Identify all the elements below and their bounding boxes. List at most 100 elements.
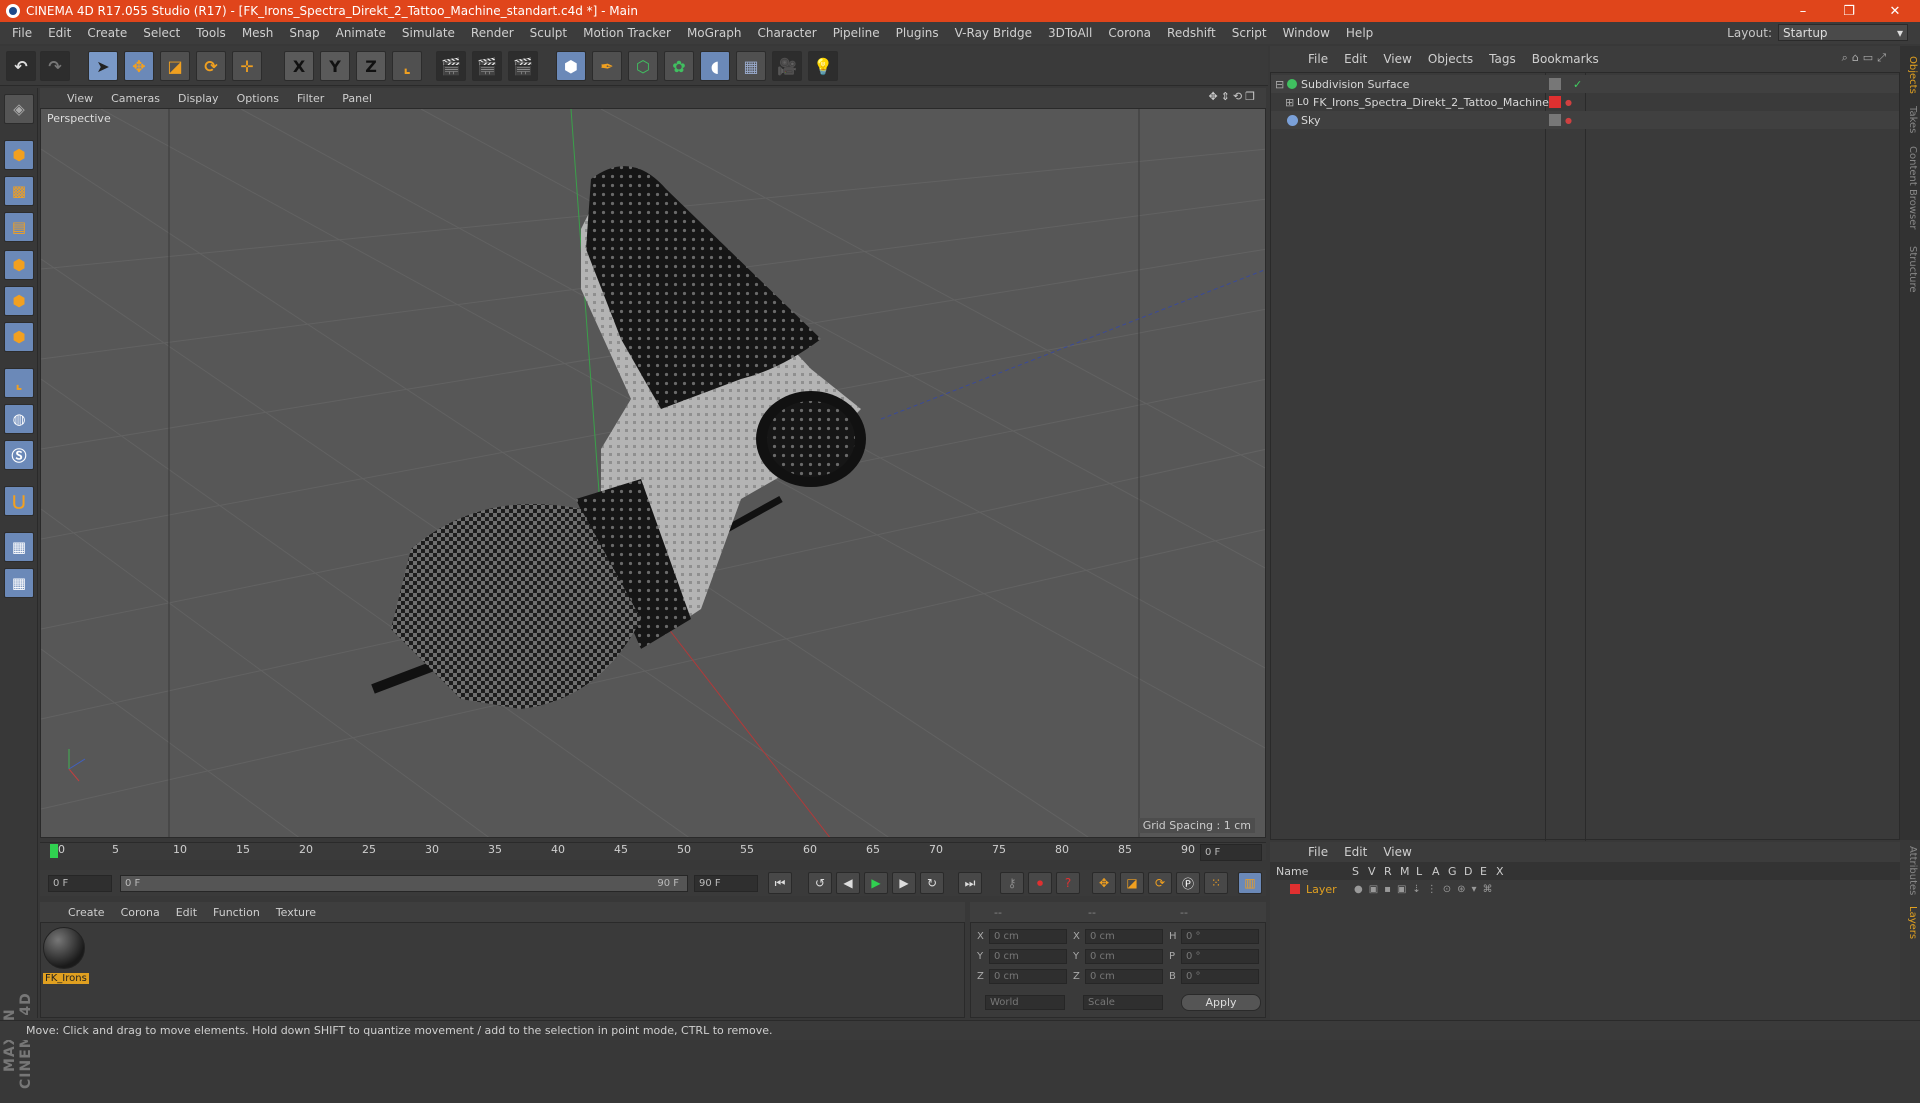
materials-menu-edit[interactable]: Edit [168,906,205,919]
menu-animate[interactable]: Animate [328,26,394,40]
rotate-tool-button[interactable]: ⟳ [196,51,226,81]
tab-structure[interactable]: Structure [1902,246,1918,293]
tab-takes[interactable]: Takes [1902,106,1918,133]
render-view-button[interactable]: 🎬 [436,51,466,81]
points-mode-button[interactable]: ⬢ [4,250,34,280]
menu-tools[interactable]: Tools [188,26,234,40]
start-frame-field[interactable]: 0 F [48,875,112,892]
viewport-menu-panel[interactable]: Panel [333,92,381,105]
object-row[interactable]: ⊟ Subdivision Surface ✓ [1271,75,1899,93]
goto-start-button[interactable]: ⏮ [768,872,792,894]
add-mograph-button[interactable]: ✿ [664,51,694,81]
menu-3dtoall[interactable]: 3DToAll [1040,26,1100,40]
size-z-field[interactable]: 0 cm [1085,969,1163,984]
workplane-lock-button[interactable]: ▦ [4,532,34,562]
position-y-field[interactable]: 0 cm [989,949,1067,964]
prev-key-button[interactable]: ↺ [808,872,832,894]
layout-dropdown[interactable]: Startup ▾ [1778,24,1908,41]
model-mode-button[interactable]: ⬢ [4,140,34,170]
add-cube-button[interactable]: ⬢ [556,51,586,81]
layer-color-tag[interactable] [1549,96,1561,108]
viewport-menu-options[interactable]: Options [228,92,288,105]
add-scene-button[interactable]: ▦ [736,51,766,81]
3d-viewport[interactable]: Perspective Grid Spacing : 1 cm [40,108,1266,838]
render-settings-button[interactable]: 🎬 [508,51,538,81]
key-rotation-button[interactable]: ⟳ [1148,872,1172,894]
tab-content-browser[interactable]: Content Browser [1902,146,1918,229]
add-deformer-button[interactable]: ◖ [700,51,730,81]
menu-corona[interactable]: Corona [1100,26,1159,40]
live-selection-button[interactable]: ➤ [88,51,118,81]
layers-menu-edit[interactable]: Edit [1336,845,1375,859]
coordinate-system-dropdown[interactable]: World [985,995,1065,1010]
object-row[interactable]: Sky ● [1271,111,1899,129]
maximize-button[interactable]: ❐ [1826,0,1872,22]
objects-menu-view[interactable]: View [1375,52,1419,66]
viewport-menu-display[interactable]: Display [169,92,228,105]
tab-objects[interactable]: Objects [1902,56,1918,94]
timeline-ruler[interactable]: 0 5 10 15 20 25 30 35 40 45 50 55 60 65 … [40,842,1266,861]
rotation-h-field[interactable]: 0 ° [1181,929,1259,944]
tab-attributes[interactable]: Attributes [1902,846,1918,895]
objects-menu-objects[interactable]: Objects [1420,52,1481,66]
make-editable-button[interactable]: ◈ [4,94,34,124]
axis-mode-button[interactable]: ⌞ [4,368,34,398]
prev-frame-button[interactable]: ◀ [836,872,860,894]
x-axis-button[interactable]: X [284,51,314,81]
menu-vray-bridge[interactable]: V-Ray Bridge [947,26,1040,40]
size-x-field[interactable]: 0 cm [1085,929,1163,944]
menu-motion-tracker[interactable]: Motion Tracker [575,26,679,40]
materials-menu-function[interactable]: Function [205,906,268,919]
menu-window[interactable]: Window [1275,26,1338,40]
visibility-dots-icon[interactable]: ● [1565,98,1572,107]
frame-range-slider[interactable]: 0 F 90 F [120,875,688,892]
tweak-mode-button[interactable]: ◍ [4,404,34,434]
minimize-button[interactable]: – [1780,0,1826,22]
undo-button[interactable]: ↶ [6,51,36,81]
play-button[interactable]: ▶ [864,872,888,894]
close-button[interactable]: ✕ [1872,0,1918,22]
material-swatch[interactable]: FK_Irons [43,927,89,987]
apply-button[interactable]: Apply [1181,994,1261,1011]
menu-help[interactable]: Help [1338,26,1381,40]
end-frame-field[interactable]: 90 F [694,875,758,892]
key-pla-button[interactable]: ⁙ [1204,872,1228,894]
size-y-field[interactable]: 0 cm [1085,949,1163,964]
menu-create[interactable]: Create [79,26,135,40]
snap-button[interactable]: ⋃ [4,486,34,516]
layer-row[interactable]: Layer ●▣▪▣⇣⋮⊙⊛▾⌘ [1270,880,1898,898]
menu-simulate[interactable]: Simulate [394,26,463,40]
objects-menu-bookmarks[interactable]: Bookmarks [1524,52,1607,66]
menu-mesh[interactable]: Mesh [234,26,282,40]
key-parameter-button[interactable]: Ⓟ [1176,872,1200,894]
move-tool-button[interactable]: ✥ [124,51,154,81]
visibility-toggle[interactable] [1549,114,1561,126]
layer-color-swatch[interactable] [1290,884,1300,894]
position-x-field[interactable]: 0 cm [989,929,1067,944]
tab-layers[interactable]: Layers [1902,906,1918,939]
objects-menu-edit[interactable]: Edit [1336,52,1375,66]
add-subdivision-button[interactable]: ⬡ [628,51,658,81]
key-position-button[interactable]: ✥ [1092,872,1116,894]
visibility-dots-icon[interactable]: ● [1565,116,1572,125]
add-spline-button[interactable]: ✒ [592,51,622,81]
redo-button[interactable]: ↷ [40,51,70,81]
key-scale-button[interactable]: ◪ [1120,872,1144,894]
menu-edit[interactable]: Edit [40,26,79,40]
next-key-button[interactable]: ↻ [920,872,944,894]
rotation-p-field[interactable]: 0 ° [1181,949,1259,964]
menu-script[interactable]: Script [1224,26,1275,40]
scale-tool-button[interactable]: ◪ [160,51,190,81]
object-row[interactable]: ⊞ L0 FK_Irons_Spectra_Direkt_2_Tattoo_Ma… [1271,93,1899,111]
goto-end-button[interactable]: ⏭ [958,872,982,894]
render-picture-viewer-button[interactable]: 🎬 [472,51,502,81]
transform-tool-button[interactable]: ✛ [232,51,262,81]
position-z-field[interactable]: 0 cm [989,969,1067,984]
record-keys-button[interactable]: ⚷ [1000,872,1024,894]
next-frame-button[interactable]: ▶ [892,872,916,894]
menu-sculpt[interactable]: Sculpt [522,26,575,40]
menu-select[interactable]: Select [135,26,188,40]
workplane-mode-button[interactable]: ▤ [4,212,34,242]
workplane-align-button[interactable]: ▦ [4,568,34,598]
collapse-icon[interactable]: ⊟ [1275,78,1284,91]
